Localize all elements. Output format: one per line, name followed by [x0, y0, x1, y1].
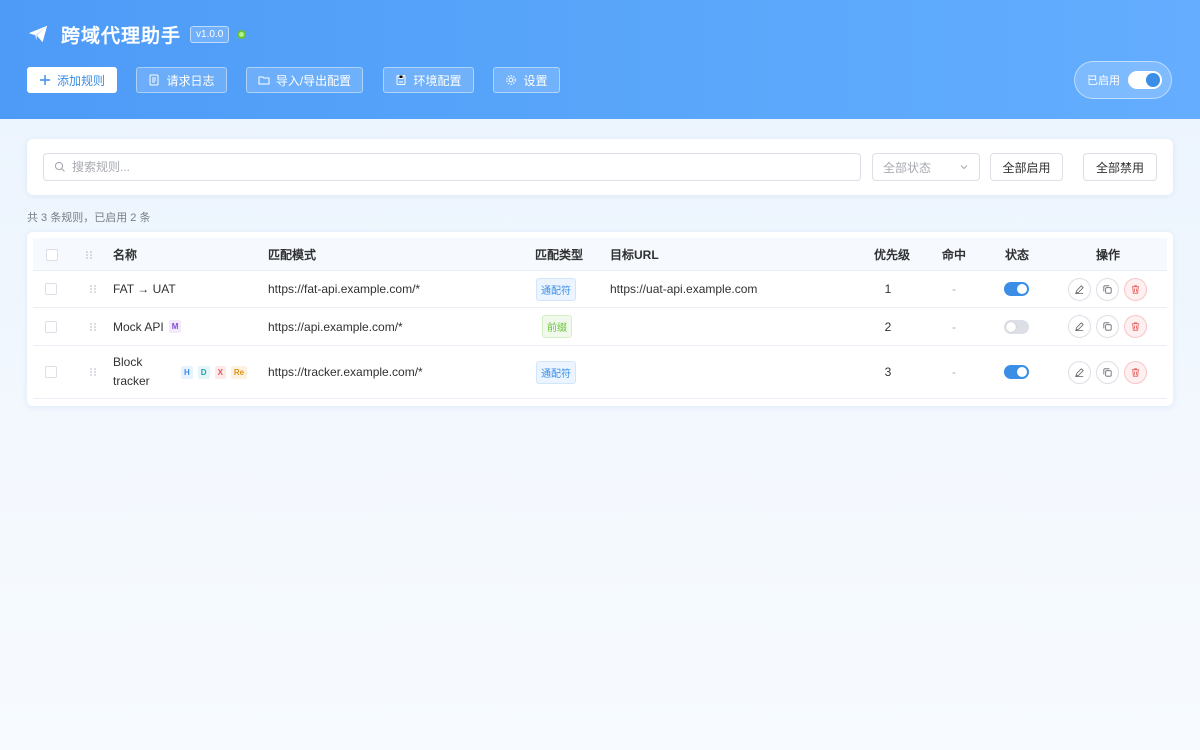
copy-icon	[1103, 284, 1112, 294]
edit-icon	[1075, 284, 1084, 294]
rule-pattern: https://api.example.com/*	[268, 319, 403, 334]
rule-status-toggle[interactable]	[1004, 282, 1029, 296]
col-name[interactable]: 名称	[113, 238, 137, 271]
search-box[interactable]	[43, 153, 861, 181]
drag-handle-icon[interactable]	[89, 367, 97, 377]
edit-icon	[1075, 367, 1084, 377]
match-type-tag: 通配符	[536, 360, 576, 384]
paper-plane-icon	[28, 25, 48, 43]
copy-button[interactable]	[1096, 360, 1119, 384]
delete-button[interactable]	[1124, 277, 1147, 301]
chevron-down-icon	[960, 165, 968, 170]
row-checkbox[interactable]	[45, 283, 57, 295]
trash-icon	[1131, 367, 1140, 377]
rule-status-toggle[interactable]	[1004, 319, 1029, 334]
select-all-checkbox[interactable]	[46, 248, 58, 261]
rule-name: Mock API	[113, 319, 164, 334]
drag-handle-icon[interactable]	[89, 284, 97, 294]
rule-hits: -	[952, 319, 956, 334]
row-checkbox[interactable]	[45, 366, 57, 378]
add-rule-button[interactable]: 添加规则	[27, 67, 117, 93]
brand: 跨域代理助手 v1.0.0	[27, 22, 247, 47]
global-switch[interactable]	[1128, 71, 1162, 89]
row-checkbox[interactable]	[45, 320, 57, 333]
delete-button[interactable]	[1124, 315, 1147, 338]
status-filter-select[interactable]: 全部状态	[872, 153, 980, 181]
version-badge: v1.0.0	[190, 25, 230, 43]
trash-icon	[1131, 322, 1140, 331]
settings-label: 设置	[523, 73, 548, 88]
request-log-button[interactable]: 请求日志	[136, 67, 227, 93]
add-rule-label: 添加规则	[56, 73, 105, 88]
copy-button[interactable]	[1096, 277, 1119, 301]
rule-name: FAT → UAT	[113, 282, 176, 296]
col-match-type[interactable]: 匹配类型	[535, 238, 583, 271]
rule-pattern: https://tracker.example.com/*	[268, 365, 423, 379]
global-enable-label: 已启用	[1087, 75, 1120, 87]
match-type-tag: 通配符	[536, 277, 576, 301]
copy-icon	[1103, 367, 1112, 377]
rule-target: https://uat-api.example.com	[610, 282, 758, 296]
gear-icon	[506, 75, 517, 85]
settings-button[interactable]: 设置	[493, 67, 560, 93]
edit-button[interactable]	[1068, 360, 1091, 384]
search-icon	[54, 161, 65, 172]
app-header: 跨域代理助手 v1.0.0 添加规则 请求日志 导入/导出配置 环境配置 设置 …	[0, 0, 1200, 119]
copy-button[interactable]	[1096, 315, 1119, 338]
edit-button[interactable]	[1068, 277, 1091, 301]
status-dot	[237, 29, 247, 39]
rule-name: Block tracker	[113, 353, 150, 391]
search-input[interactable]	[72, 160, 832, 174]
global-enable-toggle[interactable]: 已启用	[1074, 61, 1172, 99]
delete-button[interactable]	[1124, 360, 1147, 384]
match-type-tag: 前缀	[542, 315, 572, 338]
rule-priority: 2	[884, 319, 892, 334]
folder-icon	[258, 76, 270, 85]
table-row[interactable]: Mock API M https://api.example.com/* 前缀 …	[33, 308, 1167, 346]
import-export-label: 导入/导出配置	[275, 73, 352, 88]
env-config-label: 环境配置	[413, 73, 462, 88]
rule-name-line: tracker	[113, 374, 150, 388]
col-target[interactable]: 目标URL	[610, 238, 659, 271]
drag-handle-icon[interactable]	[89, 322, 97, 332]
save-icon	[396, 75, 406, 85]
rule-priority: 3	[884, 365, 892, 379]
drag-handle-icon	[86, 250, 92, 259]
rule-name-line: Block	[113, 355, 143, 369]
enable-all-button[interactable]: 全部启用	[990, 153, 1063, 181]
block-badge: X	[214, 365, 226, 379]
import-export-button[interactable]: 导入/导出配置	[246, 67, 363, 93]
col-priority[interactable]: 优先级	[874, 238, 910, 271]
redirect-badge: Re	[230, 365, 248, 379]
col-pattern[interactable]: 匹配模式	[268, 238, 316, 271]
rules-table: 名称 匹配模式 匹配类型 目标URL 优先级 命中 状态 操作 FAT → UA…	[27, 232, 1173, 406]
filter-bar: 全部状态 全部启用 全部禁用	[27, 139, 1173, 195]
edit-button[interactable]	[1068, 315, 1091, 338]
edit-icon	[1075, 322, 1084, 332]
col-status[interactable]: 状态	[1005, 238, 1029, 271]
rule-pattern: https://fat-api.example.com/*	[268, 282, 421, 296]
disable-all-button[interactable]: 全部禁用	[1083, 153, 1157, 181]
table-row[interactable]: FAT → UAT https://fat-api.example.com/* …	[33, 271, 1167, 308]
app-title: 跨域代理助手	[61, 25, 182, 47]
status-filter-value: 全部状态	[883, 160, 932, 175]
col-hits[interactable]: 命中	[942, 238, 966, 271]
rule-hits: -	[952, 282, 956, 296]
header-modify-badge: H	[181, 365, 193, 379]
request-log-label: 请求日志	[166, 73, 215, 88]
col-actions: 操作	[1096, 248, 1121, 262]
delay-badge: D	[197, 365, 210, 379]
copy-icon	[1103, 322, 1112, 331]
plus-icon	[39, 75, 50, 85]
rules-summary: 共 3 条规则，已启用 2 条	[27, 212, 151, 224]
trash-icon	[1131, 284, 1140, 294]
table-header: 名称 匹配模式 匹配类型 目标URL 优先级 命中 状态 操作	[33, 238, 1167, 271]
env-config-button[interactable]: 环境配置	[383, 67, 474, 93]
table-row[interactable]: Block tracker H D X Re https://tracker.e…	[33, 346, 1167, 399]
rule-priority: 1	[884, 282, 892, 296]
mock-badge: M	[168, 320, 182, 333]
document-icon	[149, 74, 159, 86]
rule-hits: -	[952, 365, 956, 379]
rule-status-toggle[interactable]	[1004, 365, 1029, 379]
